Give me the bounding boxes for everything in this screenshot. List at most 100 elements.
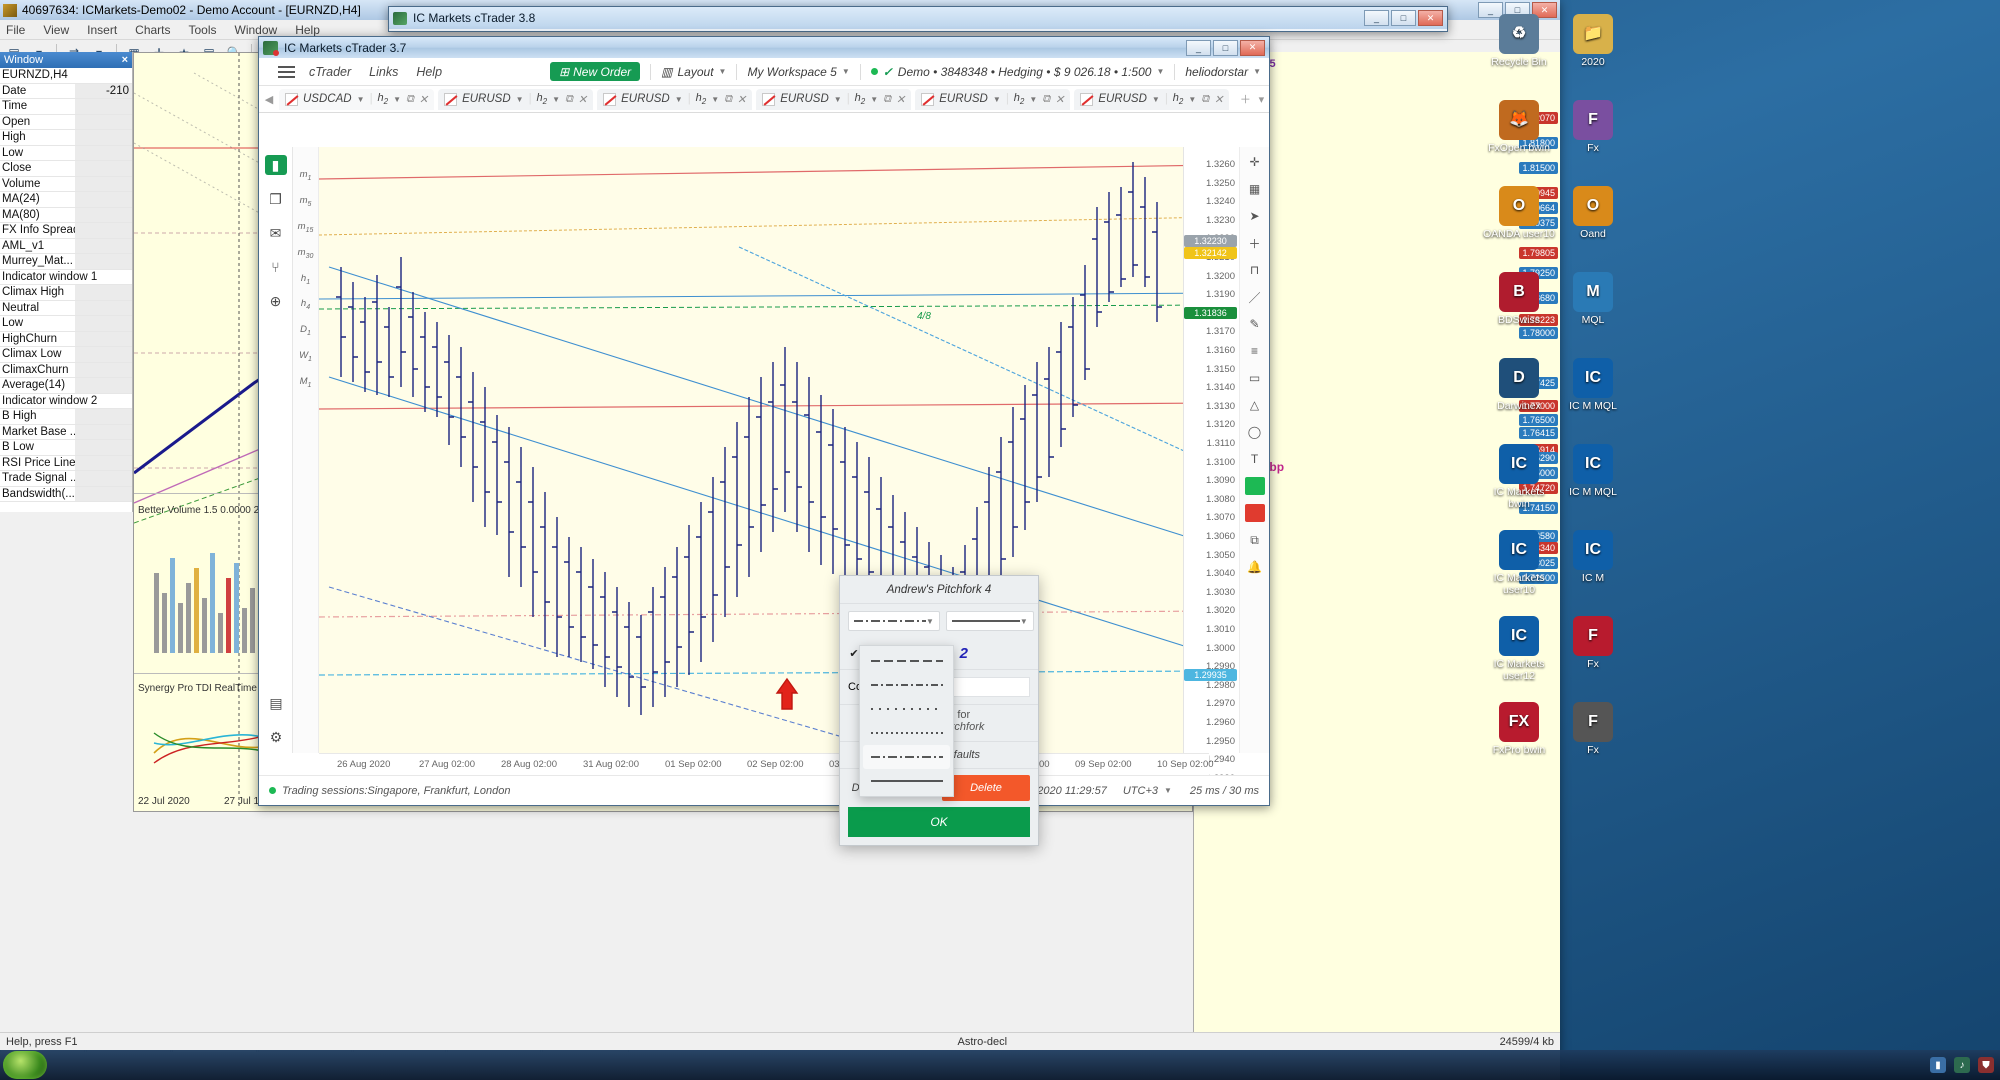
symbol-tab[interactable]: USDCAD ▼ | h2 ▼ ⧉ ✕: [279, 88, 435, 110]
dialog-style-row[interactable]: ▼ ▼: [840, 604, 1038, 638]
text-tool-icon[interactable]: T: [1245, 450, 1265, 468]
chevron-down-icon-tf[interactable]: ▼: [1188, 95, 1196, 104]
close-icon[interactable]: ✕: [896, 93, 905, 106]
ctrader37-menubar[interactable]: cTrader Links Help ⊞ New Order ▥ Layout …: [259, 58, 1269, 86]
layout-button[interactable]: ▥ Layout ▼: [661, 65, 726, 79]
timeframe-button[interactable]: h1: [301, 273, 310, 286]
pencil-tool-icon[interactable]: ✎: [1245, 315, 1265, 333]
ctrader-price-axis[interactable]: 1.32601.32501.32401.32301.32201.32101.32…: [1183, 147, 1239, 784]
ctrader38-maximize-button[interactable]: □: [1391, 10, 1416, 26]
ctrader38-minimize-button[interactable]: _: [1364, 10, 1389, 26]
close-icon[interactable]: ✕: [1055, 93, 1064, 106]
chevron-down-icon-symbol[interactable]: ▼: [993, 95, 1001, 104]
menu-ctrader[interactable]: cTrader: [309, 65, 351, 79]
ctrader37-toolbar-right[interactable]: ⊞ New Order ▥ Layout ▼ My Workspace 5 ▼ …: [550, 62, 1269, 81]
chevron-down-icon-tf[interactable]: ▼: [711, 95, 719, 104]
tabs-menu-icon[interactable]: ▾: [1255, 93, 1267, 106]
timeframe-button[interactable]: m1: [300, 169, 312, 182]
mt4-menu-view[interactable]: View: [43, 23, 69, 37]
indicators-icon[interactable]: ⑂: [265, 257, 287, 277]
desktop-icon[interactable]: D Darwinex: [1482, 358, 1556, 412]
desktop-icon[interactable]: IC IC Markets bwin: [1482, 444, 1556, 510]
timeframe-button[interactable]: m15: [298, 221, 314, 234]
desktop-icon[interactable]: IC IC M MQL: [1556, 358, 1630, 412]
desktop-icon[interactable]: F Fx: [1556, 702, 1630, 756]
ctrader37-window[interactable]: IC Markets cTrader 3.7 _ □ ✕ cTrader Lin…: [258, 36, 1270, 846]
desktop-icon[interactable]: IC IC M: [1556, 530, 1630, 584]
hamburger-menu-icon[interactable]: [271, 65, 301, 78]
chevron-down-icon-user[interactable]: ▼: [1253, 67, 1261, 76]
chart-tool-icon[interactable]: ▮: [264, 155, 287, 175]
grid-tool-icon[interactable]: ▦: [1245, 180, 1265, 198]
ctrader38-window-buttons[interactable]: _ □ ✕: [1364, 10, 1443, 26]
line-style-option[interactable]: [860, 721, 953, 745]
detach-icon[interactable]: ⧉: [724, 93, 732, 106]
account-selector[interactable]: ✓ Demo • 3848348 • Hedging • $ 9 026.18 …: [870, 65, 1164, 79]
color-red-swatch[interactable]: [1244, 504, 1265, 522]
mt4-menu-charts[interactable]: Charts: [135, 23, 170, 37]
crosshair-tool-icon[interactable]: ✛: [1245, 153, 1265, 171]
alert-bell-icon[interactable]: 🔔: [1245, 558, 1265, 576]
symbol-tab[interactable]: EURUSD ▼ | h2 ▼ ⧉ ✕: [915, 88, 1071, 110]
ctrader-right-toolbar[interactable]: ✛ ▦ ➤ ＋ ⊓ ／ ✎ ≡ ▭ △ ◯ T ⧉ 🔔: [1239, 147, 1269, 753]
chevron-down-icon-tf[interactable]: ▼: [870, 95, 878, 104]
new-order-button[interactable]: ⊞ New Order: [550, 62, 641, 81]
chevron-down-icon-tf[interactable]: ▼: [1029, 95, 1037, 104]
ctrader-left-toolbar[interactable]: ▮ ❐ ✉ ⑂ ⊕: [259, 147, 293, 753]
start-button[interactable]: [3, 1051, 47, 1079]
mt4-menu-tools[interactable]: Tools: [189, 23, 217, 37]
line-style-option[interactable]: [863, 745, 950, 769]
menu-help[interactable]: Help: [416, 65, 442, 79]
line-style-option[interactable]: [860, 769, 953, 793]
desktop-icon[interactable]: M MQL: [1556, 272, 1630, 326]
chevron-down-icon-symbol[interactable]: ▼: [516, 95, 524, 104]
line-width-select[interactable]: ▼: [945, 611, 1034, 631]
shield-icon[interactable]: ⛊: [1978, 1057, 1994, 1073]
detach-icon[interactable]: ⧉: [1201, 93, 1209, 106]
ellipse-tool-icon[interactable]: ◯: [1245, 423, 1265, 441]
ctrader38-close-button[interactable]: ✕: [1418, 10, 1443, 26]
detach-icon[interactable]: ⧉: [883, 93, 891, 106]
ctrader-time-axis[interactable]: 26 Aug 2020 27 Aug 02:00 28 Aug 02:00 31 Au…: [319, 753, 1214, 775]
close-icon[interactable]: ✕: [419, 93, 428, 106]
mt4-menu-help[interactable]: Help: [295, 23, 320, 37]
desktop-icon[interactable]: B BDSwiss: [1482, 272, 1556, 326]
rectangle-tool-icon[interactable]: ▭: [1245, 369, 1265, 387]
chevron-down-icon-tz[interactable]: ▼: [1164, 786, 1172, 795]
dialog-ok-row[interactable]: OK: [840, 807, 1038, 845]
chevron-down-icon-account[interactable]: ▼: [1156, 67, 1164, 76]
ok-button[interactable]: OK: [848, 807, 1030, 837]
color-green-swatch[interactable]: [1244, 477, 1265, 495]
windows-taskbar[interactable]: ▮ ♪ ⛊: [0, 1050, 2000, 1080]
ctrader37-close-button[interactable]: ✕: [1240, 39, 1265, 56]
delete-button[interactable]: Delete: [942, 775, 1030, 801]
desktop-icon[interactable]: IC IC M MQL: [1556, 444, 1630, 498]
add-tab-icon[interactable]: ＋: [1239, 91, 1251, 107]
chevron-down-icon-symbol[interactable]: ▼: [834, 95, 842, 104]
timeframe-button[interactable]: D1: [300, 324, 311, 337]
menu-links[interactable]: Links: [369, 65, 398, 79]
ctrader-bottom-left-icons[interactable]: ▤ ⚙: [265, 693, 287, 747]
zoom-icon[interactable]: ⊕: [265, 291, 287, 311]
line-style-select[interactable]: ▼: [848, 611, 940, 631]
mt4-menu-insert[interactable]: Insert: [87, 23, 117, 37]
desktop-icon[interactable]: F Fx: [1556, 100, 1630, 154]
symbol-tab[interactable]: EURUSD ▼ | h2 ▼ ⧉ ✕: [438, 88, 594, 110]
magnet-tool-icon[interactable]: ⊓: [1245, 261, 1265, 279]
desktop-icon[interactable]: F Fx: [1556, 616, 1630, 670]
symbol-tabs-list[interactable]: USDCAD ▼ | h2 ▼ ⧉ ✕ EURUSD ▼ | h2 ▼ ⧉ ✕ EURUSD ▼ | h2 ▼ ⧉ ✕ E…: [279, 88, 1230, 110]
ctrader37-maximize-button[interactable]: □: [1213, 39, 1238, 56]
settings-gear-icon[interactable]: ⚙: [265, 727, 287, 747]
symbol-tab[interactable]: EURUSD ▼ | h2 ▼ ⧉ ✕: [756, 88, 912, 110]
ctrader37-minimize-button[interactable]: _: [1186, 39, 1211, 56]
timeframe-button[interactable]: m5: [300, 195, 312, 208]
symbol-tabs-bar[interactable]: ◀ USDCAD ▼ | h2 ▼ ⧉ ✕ EURUSD ▼ | h2 ▼ ⧉ ✕ EURUSD ▼ | h2 ▼ ⧉…: [259, 86, 1269, 113]
mt4-menu-file[interactable]: File: [6, 23, 25, 37]
desktop-icon[interactable]: ♻ Recycle Bin: [1482, 14, 1556, 68]
detach-icon[interactable]: ⧉: [565, 93, 573, 106]
timeframe-button[interactable]: M1: [300, 376, 312, 389]
chevron-down-icon-symbol[interactable]: ▼: [675, 95, 683, 104]
chevron-down-icon-symbol[interactable]: ▼: [1152, 95, 1160, 104]
camera-tool-icon[interactable]: ⧉: [1245, 531, 1265, 549]
network-icon[interactable]: ▮: [1930, 1057, 1946, 1073]
